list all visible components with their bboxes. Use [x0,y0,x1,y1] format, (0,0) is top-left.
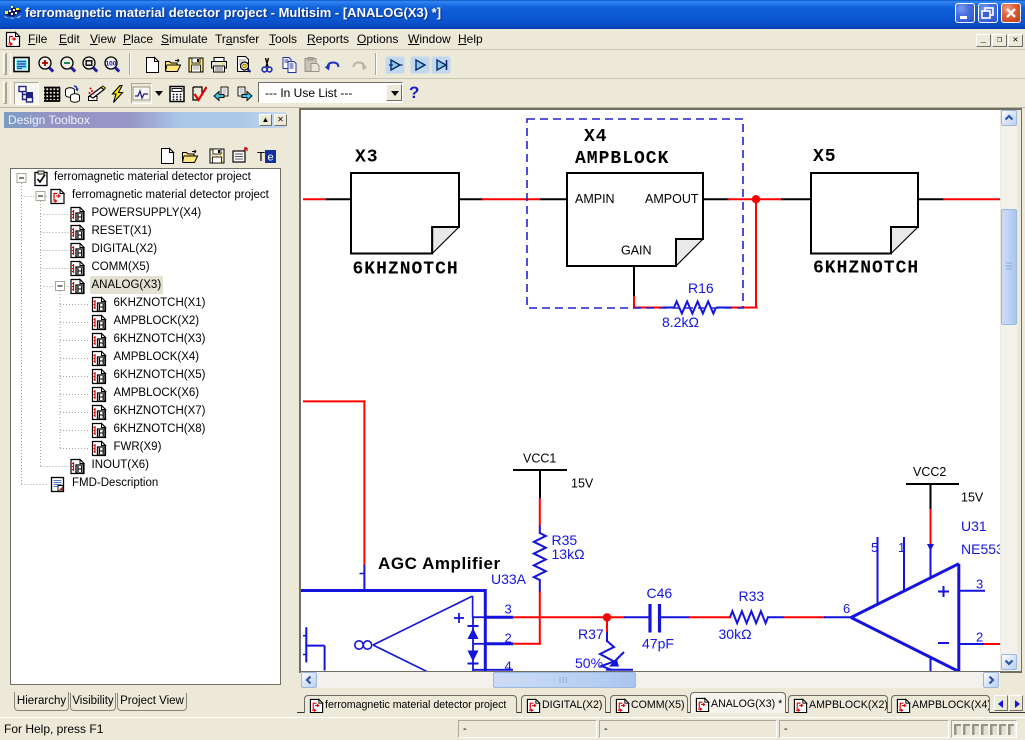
svg-text:H: H [98,392,104,402]
svg-text:H: H [77,230,83,240]
svg-text:H: H [98,338,104,348]
svg-text:GAIN: GAIN [621,244,652,258]
svg-text:C46: C46 [647,585,673,601]
svg-text:AGC Amplifier: AGC Amplifier [378,554,501,573]
svg-text:2: 2 [976,630,983,645]
svg-text:U31: U31 [961,518,987,534]
svg-text:H: H [77,248,83,258]
svg-text:VCC1: VCC1 [523,452,556,466]
svg-text:1: 1 [898,540,905,555]
svg-text:R37: R37 [578,626,604,642]
svg-text:H: H [98,428,104,438]
svg-text:H: H [98,320,104,330]
svg-text:e: e [267,152,273,164]
svg-text:VCC2: VCC2 [913,465,946,479]
svg-text:3: 3 [976,577,983,592]
svg-text:H: H [77,266,83,276]
svg-text:15V: 15V [571,477,594,491]
svg-text:47pF: 47pF [642,636,674,652]
svg-text:H: H [98,356,104,366]
svg-text:15V: 15V [961,491,984,505]
svg-text:U33A: U33A [491,571,527,587]
svg-text:13kΩ: 13kΩ [552,546,585,562]
svg-text:H: H [98,410,104,420]
svg-text:H: H [98,302,104,312]
svg-text:H: H [77,284,83,294]
svg-text:NE5534: NE5534 [961,541,1000,557]
svg-text:T: T [257,149,265,164]
svg-text:6: 6 [843,601,850,616]
svg-text:AMPIN: AMPIN [575,192,615,206]
svg-text:50%: 50% [575,655,603,671]
svg-text:X3: X3 [355,148,379,168]
svg-text:H: H [77,212,83,222]
svg-text:8.2kΩ: 8.2kΩ [662,314,699,330]
svg-text:H: H [98,374,104,384]
svg-text:AMPOUT: AMPOUT [645,192,699,206]
svg-text:R16: R16 [688,280,714,296]
svg-text:X4: X4 [584,127,608,147]
svg-text:4: 4 [505,659,512,672]
svg-text:H: H [98,446,104,456]
svg-text:30kΩ: 30kΩ [719,626,752,642]
svg-text:6KHZNOTCH: 6KHZNOTCH [813,259,919,279]
svg-text:2: 2 [505,631,512,646]
svg-text:5: 5 [871,540,878,555]
svg-text:6KHZNOTCH: 6KHZNOTCH [353,259,459,279]
svg-text:X5: X5 [813,147,837,167]
svg-text:R33: R33 [739,588,765,604]
svg-text:3: 3 [505,602,512,617]
svg-text:AMPBLOCK: AMPBLOCK [575,149,669,169]
svg-text:H: H [77,464,83,474]
svg-text:100: 100 [106,61,117,68]
